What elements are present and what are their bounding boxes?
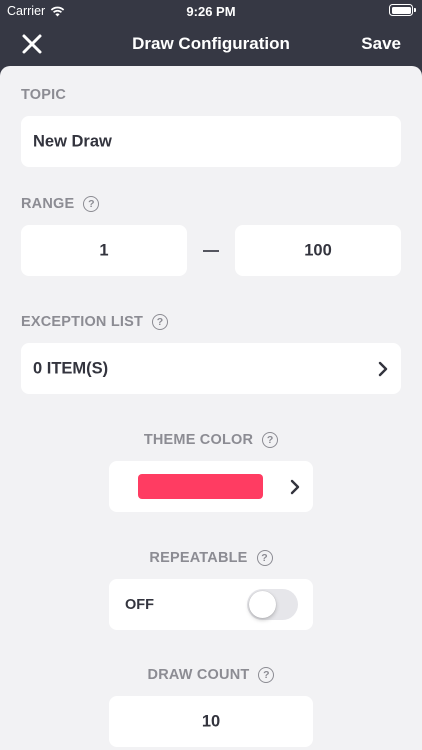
exception-list-label-text: EXCEPTION LIST <box>21 314 144 330</box>
theme-color-label-text: THEME COLOR <box>143 432 254 448</box>
range-min-value: 1 <box>99 241 109 259</box>
status-bar: Carrier 9:26 PM <box>0 0 422 22</box>
save-button[interactable]: Save <box>361 34 401 54</box>
range-max-value: 100 <box>304 241 332 259</box>
topic-label-text: TOPIC <box>21 87 67 103</box>
topic-label: TOPIC <box>21 87 66 103</box>
battery-icon <box>389 4 416 16</box>
theme-color-swatch <box>138 474 263 499</box>
help-icon[interactable]: ? <box>83 196 100 212</box>
exception-list-value: 0 ITEM(S) <box>33 359 109 377</box>
exception-list-label: EXCEPTION LIST ? <box>21 314 169 330</box>
range-label-text: RANGE <box>21 196 75 212</box>
draw-count-value: 10 <box>201 712 221 730</box>
range-max-input[interactable]: 100 <box>235 225 401 276</box>
theme-color-label: THEME COLOR ? <box>0 432 422 448</box>
toggle-knob <box>249 591 276 618</box>
configuration-form: TOPIC New Draw RANGE ? 1 100 EXCEPTION L… <box>0 66 422 750</box>
draw-count-label-text: DRAW COUNT <box>147 667 250 683</box>
topic-input[interactable]: New Draw <box>21 116 401 167</box>
page-title: Draw Configuration <box>132 34 290 53</box>
draw-count-label: DRAW COUNT ? <box>0 667 422 683</box>
chevron-right-icon <box>378 361 388 376</box>
theme-color-picker[interactable] <box>109 461 313 512</box>
repeatable-label: REPEATABLE ? <box>0 550 422 566</box>
repeatable-label-text: REPEATABLE <box>149 550 248 566</box>
help-icon[interactable]: ? <box>262 432 279 448</box>
help-icon[interactable]: ? <box>258 667 275 683</box>
range-min-input[interactable]: 1 <box>21 225 187 276</box>
chevron-right-icon <box>290 479 300 494</box>
topic-value: New Draw <box>33 132 112 150</box>
draw-count-input[interactable]: 10 <box>109 696 313 747</box>
help-icon[interactable]: ? <box>256 550 273 566</box>
repeatable-state: OFF <box>125 596 154 613</box>
repeatable-row: OFF <box>109 579 313 630</box>
status-time: 9:26 PM <box>186 4 236 19</box>
repeatable-toggle[interactable] <box>247 589 298 620</box>
range-separator <box>203 250 219 252</box>
help-icon[interactable]: ? <box>152 314 169 330</box>
exception-list-row[interactable]: 0 ITEM(S) <box>21 343 401 394</box>
range-label: RANGE ? <box>21 196 100 212</box>
navigation-bar: Draw Configuration Save <box>0 22 422 66</box>
